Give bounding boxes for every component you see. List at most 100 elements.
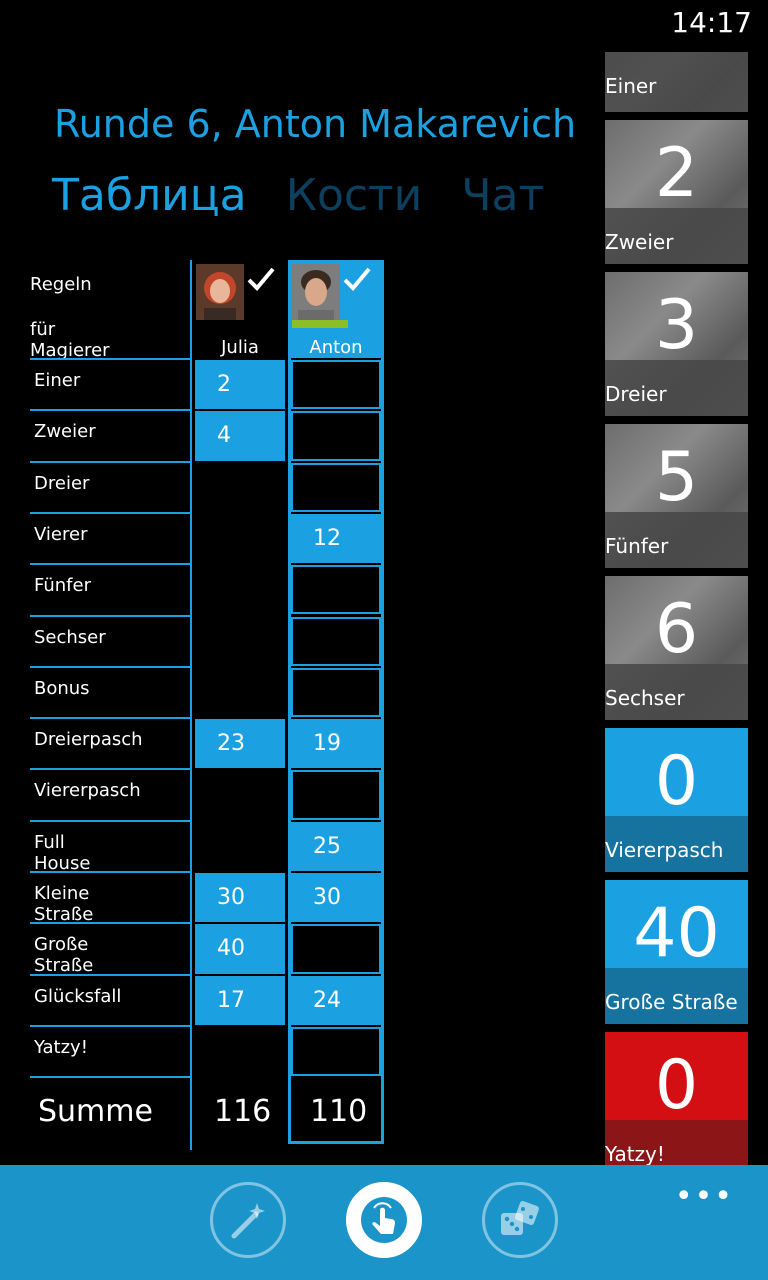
dice-tile-viererpasch[interactable]: 0 Viererpasch	[605, 728, 748, 872]
score-cell[interactable]	[195, 1027, 285, 1076]
score-cell[interactable]: 2	[195, 360, 285, 410]
tile-label: Einer	[605, 74, 657, 98]
row-label[interactable]: Einer	[34, 370, 80, 391]
row-separator	[30, 460, 190, 463]
score-cell[interactable]	[195, 617, 285, 666]
rules-label-2[interactable]: für Magierer	[30, 319, 110, 361]
score-cell[interactable]	[291, 924, 381, 974]
row-label[interactable]: Fünfer	[34, 575, 91, 596]
label-divider	[190, 260, 192, 1150]
tile-value: 5	[654, 438, 699, 517]
row-separator	[30, 1024, 190, 1027]
row-separator	[30, 819, 190, 822]
rules-label[interactable]: Regeln	[30, 274, 92, 295]
row-separator	[30, 871, 190, 873]
dice-tile-gro-e-stra-e[interactable]: 40 Große Straße	[605, 880, 748, 1024]
score-cell[interactable]: 23	[195, 719, 285, 769]
tab-table[interactable]: Таблица	[52, 170, 247, 221]
row-separator	[30, 717, 190, 720]
tile-value: 0	[654, 742, 699, 821]
summe-label: Summe	[38, 1094, 153, 1129]
dice-tile-dreier[interactable]: 3 Dreier	[605, 272, 748, 416]
score-cell[interactable]	[195, 463, 285, 512]
score-cell[interactable]: 17	[195, 975, 285, 1025]
score-cell[interactable]	[291, 1026, 381, 1077]
score-cell[interactable]: 24	[291, 975, 381, 1025]
tap-button[interactable]	[346, 1182, 422, 1258]
pivot-header: Таблица Кости Чат	[52, 170, 578, 221]
tab-chat[interactable]: Чат	[461, 170, 544, 221]
app-bar: •••	[0, 1165, 768, 1280]
row-label[interactable]: Viererpasch	[34, 780, 141, 801]
player-avatar[interactable]	[196, 264, 244, 320]
score-cell[interactable]: 19	[291, 719, 381, 769]
row-separator	[30, 922, 190, 925]
row-label[interactable]: Vierer	[34, 524, 87, 545]
player-name[interactable]: Anton	[290, 337, 382, 358]
row-label[interactable]: Zweier	[34, 421, 96, 442]
row-separator	[30, 973, 190, 976]
score-cell[interactable]: 25	[291, 821, 381, 871]
score-cell[interactable]	[291, 462, 381, 512]
score-cell[interactable]: 4	[195, 411, 285, 461]
tile-label: Yatzy!	[605, 1142, 665, 1166]
player-name[interactable]: Julia	[194, 337, 286, 358]
row-separator	[30, 1076, 190, 1079]
dice-tile-f-nfer[interactable]: 5 Fünfer	[605, 424, 748, 568]
score-cell[interactable]	[291, 616, 381, 666]
score-cell[interactable]	[195, 514, 285, 563]
score-cell[interactable]	[291, 360, 381, 410]
score-cell[interactable]	[291, 667, 381, 718]
score-cell[interactable]	[195, 668, 285, 717]
row-label[interactable]: Dreier	[34, 473, 89, 494]
dice-tile-einer[interactable]: Einer	[605, 52, 748, 112]
row-label[interactable]: Glücksfall	[34, 986, 121, 1007]
more-options-button[interactable]: •••	[675, 1179, 734, 1214]
score-cell[interactable]	[195, 565, 285, 614]
score-cell[interactable]: 30	[195, 873, 285, 923]
tile-value: 2	[654, 134, 699, 213]
tile-value: 0	[654, 1046, 699, 1125]
magic-wand-button[interactable]	[210, 1182, 286, 1258]
row-separator	[30, 409, 190, 412]
dice-tile-zweier[interactable]: 2 Zweier	[605, 120, 748, 264]
tile-label: Große Straße	[605, 990, 738, 1014]
row-separator	[30, 511, 190, 514]
tile-label: Dreier	[605, 382, 667, 406]
tab-dice[interactable]: Кости	[286, 170, 423, 221]
checkmark-icon	[246, 266, 276, 292]
tile-label: Fünfer	[605, 534, 669, 558]
tile-label: Viererpasch	[605, 838, 724, 862]
score-cell[interactable]	[195, 770, 285, 819]
tile-label: Zweier	[605, 230, 674, 254]
row-separator	[30, 358, 190, 360]
row-separator	[30, 563, 190, 566]
row-label[interactable]: Dreierpasch	[34, 729, 143, 750]
score-cell[interactable]: 12	[291, 513, 381, 564]
player-avatar[interactable]	[292, 264, 340, 320]
row-label[interactable]: Sechser	[34, 627, 106, 648]
turn-indicator	[292, 320, 348, 328]
tile-label: Sechser	[605, 686, 685, 710]
row-label[interactable]: Kleine Straße	[34, 883, 93, 925]
score-cell[interactable]	[291, 770, 381, 820]
score-cell[interactable]	[291, 565, 381, 615]
row-label[interactable]: Full House	[34, 832, 90, 874]
tile-value: 40	[633, 894, 720, 973]
dice-tile-yatzy-[interactable]: 0 Yatzy!	[605, 1032, 748, 1176]
dice-button[interactable]	[482, 1182, 558, 1258]
score-cell[interactable]: 40	[195, 924, 285, 974]
row-label[interactable]: Bonus	[34, 678, 90, 699]
row-label[interactable]: Große Straße	[34, 934, 93, 976]
row-label[interactable]: Yatzy!	[34, 1037, 88, 1058]
score-cell[interactable]	[291, 411, 381, 461]
score-cell[interactable]	[195, 822, 285, 871]
dice-tile-sechser[interactable]: 6 Sechser	[605, 576, 748, 720]
score-cell[interactable]: 30	[291, 873, 381, 923]
row-separator	[30, 768, 190, 771]
row-separator	[30, 614, 190, 617]
page-title: Runde 6, Anton Makarevich	[54, 102, 577, 146]
dice-icon	[501, 1201, 539, 1235]
player-total: 116	[214, 1094, 272, 1129]
tile-value: 3	[654, 286, 699, 365]
